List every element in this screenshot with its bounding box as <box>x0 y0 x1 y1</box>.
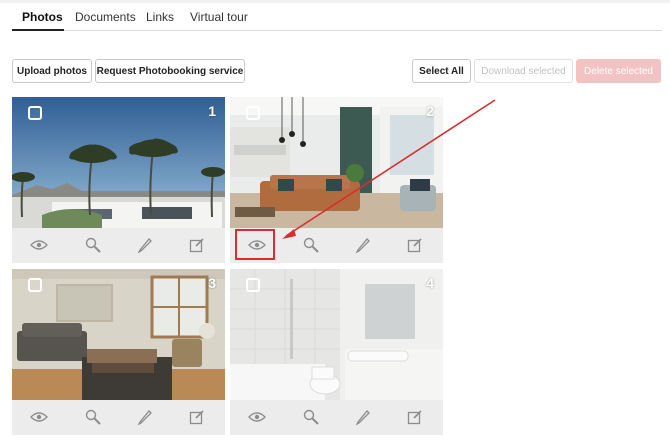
photo-thumbnail[interactable]: 2 <box>230 97 443 228</box>
photo-card: 1 <box>12 97 225 263</box>
delete-selected-button[interactable]: Delete selected <box>576 59 661 83</box>
magnifier-icon[interactable] <box>299 406 323 428</box>
photo-number: 3 <box>208 275 216 291</box>
upload-photos-button[interactable]: Upload photos <box>12 59 92 83</box>
photo-tools <box>12 228 225 263</box>
active-tab-indicator <box>12 29 64 31</box>
eye-icon[interactable] <box>245 406 269 428</box>
eye-icon[interactable] <box>27 234 51 256</box>
tab-links[interactable]: Links <box>146 10 174 24</box>
tab-bar: Photos Documents Links Virtual tour <box>12 0 662 31</box>
magnifier-icon[interactable] <box>81 234 105 256</box>
photo-card: 4 <box>230 269 443 435</box>
photo-thumbnail[interactable]: 3 <box>12 269 225 400</box>
select-checkbox[interactable] <box>246 106 260 120</box>
select-checkbox[interactable] <box>28 106 42 120</box>
pencil-icon[interactable] <box>351 406 375 428</box>
pencil-icon[interactable] <box>133 234 157 256</box>
magnifier-icon[interactable] <box>81 406 105 428</box>
request-photobooking-button[interactable]: Request Photobooking service <box>95 59 245 83</box>
tab-virtual-tour[interactable]: Virtual tour <box>190 10 248 24</box>
photo-thumbnail[interactable]: 1 <box>12 97 225 228</box>
pencil-icon[interactable] <box>133 406 157 428</box>
tab-photos[interactable]: Photos <box>22 10 63 24</box>
select-checkbox[interactable] <box>246 278 260 292</box>
edit-icon[interactable] <box>403 234 427 256</box>
download-selected-button[interactable]: Download selected <box>474 59 573 83</box>
select-all-button[interactable]: Select All <box>412 59 471 83</box>
select-checkbox[interactable] <box>28 278 42 292</box>
pencil-icon[interactable] <box>351 234 375 256</box>
eye-icon-highlight <box>235 229 275 260</box>
photo-card: 2 <box>230 97 443 263</box>
eye-icon[interactable] <box>27 406 51 428</box>
photo-tools <box>12 400 225 435</box>
photo-number: 4 <box>426 275 434 291</box>
magnifier-icon[interactable] <box>299 234 323 256</box>
edit-icon[interactable] <box>185 234 209 256</box>
tab-documents[interactable]: Documents <box>75 10 136 24</box>
photo-card: 3 <box>12 269 225 435</box>
photo-number: 1 <box>208 103 216 119</box>
photo-number: 2 <box>426 103 434 119</box>
photo-tools <box>230 400 443 435</box>
photo-thumbnail[interactable]: 4 <box>230 269 443 400</box>
edit-icon[interactable] <box>403 406 427 428</box>
edit-icon[interactable] <box>185 406 209 428</box>
